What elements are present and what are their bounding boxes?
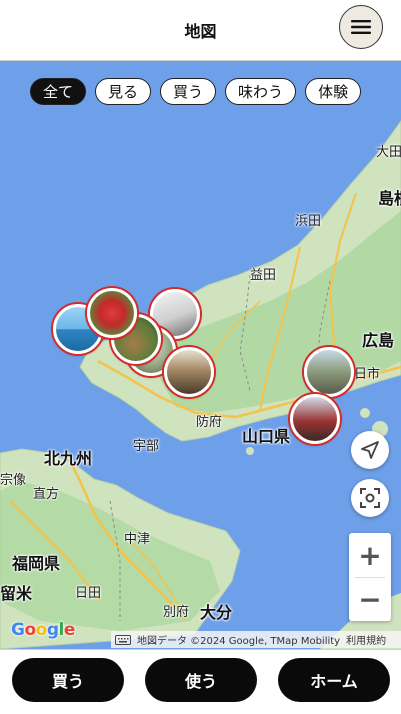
map-label-masuda: 益田 [250, 268, 277, 283]
map-view[interactable]: 全て 見る 買う 味わう 体験 大田 浜田 島根 益田 広島 日市 防府 山口県… [0, 61, 401, 649]
photo-marker-street[interactable] [290, 394, 340, 444]
keyboard-icon[interactable] [115, 634, 131, 645]
center-map-button[interactable] [351, 479, 389, 517]
map-label-hiroshima: 広島 [362, 331, 395, 350]
navigation-arrow-icon [361, 441, 379, 459]
map-label-yamaguchi-pref: 山口県 [242, 427, 291, 446]
use-button[interactable]: 使う [145, 658, 257, 702]
hamburger-menu-icon [351, 20, 371, 34]
filter-chip-all[interactable]: 全て [30, 78, 87, 105]
focus-frame-icon [360, 488, 380, 508]
map-label-kurume: 留米 [0, 584, 33, 603]
map-label-hatsukaichi: 日市 [354, 367, 381, 382]
menu-button[interactable] [339, 5, 383, 49]
map-label-oita: 大分 [200, 603, 233, 622]
map-data-credit: 地図データ ©2024 Google, TMap Mobility [137, 636, 341, 647]
photo-marker-flowers[interactable] [87, 288, 137, 338]
zoom-in-button[interactable]: + [349, 533, 391, 577]
app-header: 地図 [0, 0, 401, 61]
map-label-ube: 宇部 [133, 439, 160, 454]
map-label-munakata: 宗像 [0, 473, 27, 488]
map-label-oda: 大田 [376, 145, 401, 160]
filter-chip-taste[interactable]: 味わう [225, 78, 297, 105]
map-label-hamada: 浜田 [295, 214, 322, 229]
my-location-button[interactable] [351, 431, 389, 469]
category-filter-chips: 全て 見る 買う 味わう 体験 [30, 78, 362, 105]
photo-marker-town[interactable] [304, 347, 354, 397]
map-attribution: 地図データ ©2024 Google, TMap Mobility 利用規約 [111, 631, 401, 648]
map-label-hita: 日田 [75, 586, 102, 601]
map-label-nakatsu: 中津 [124, 532, 151, 547]
bottom-nav: 買う 使う ホーム [0, 649, 401, 714]
zoom-out-button[interactable]: − [349, 577, 391, 621]
photo-marker-market[interactable] [164, 347, 214, 397]
map-label-shimane: 島根 [378, 189, 401, 208]
terms-link[interactable]: 利用規約 [346, 632, 386, 647]
buy-button[interactable]: 買う [12, 658, 124, 702]
map-label-nogata: 直方 [33, 487, 60, 502]
filter-chip-experience[interactable]: 体験 [305, 78, 362, 105]
map-label-beppu: 別府 [163, 605, 190, 620]
google-logo: Google [11, 620, 75, 640]
filter-chip-buy[interactable]: 買う [160, 78, 217, 105]
home-button[interactable]: ホーム [278, 658, 390, 702]
filter-chip-see[interactable]: 見る [95, 78, 152, 105]
map-label-hofu: 防府 [196, 415, 223, 430]
zoom-controls: + − [349, 533, 391, 621]
map-label-fukuoka-pref: 福岡県 [12, 554, 61, 573]
map-label-kitakyushu: 北九州 [44, 449, 93, 468]
